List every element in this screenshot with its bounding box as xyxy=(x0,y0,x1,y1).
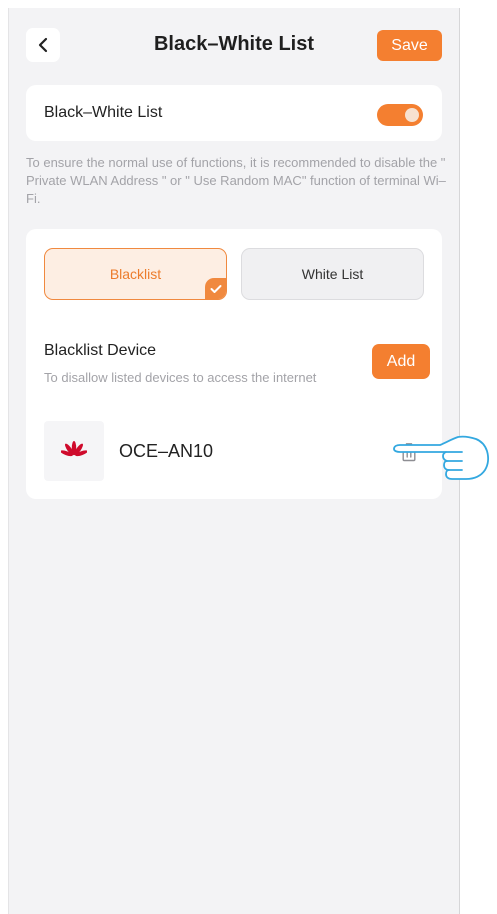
huawei-logo-icon xyxy=(44,421,104,481)
device-name: OCE–AN10 xyxy=(119,441,214,461)
list-card: Blacklist White List Blacklist Device To… xyxy=(26,229,442,499)
selected-check-icon xyxy=(205,278,226,299)
black-white-list-label: Black–White List xyxy=(44,104,163,121)
list-item: OCE–AN10 xyxy=(44,421,430,483)
tab-white-list-label: White List xyxy=(301,266,364,282)
tab-white-list[interactable]: White List xyxy=(241,248,424,300)
black-white-list-toggle[interactable] xyxy=(377,104,423,126)
tab-blacklist-label: Blacklist xyxy=(109,266,162,282)
black-white-list-card: Black–White List xyxy=(26,85,442,141)
add-button[interactable]: Add xyxy=(372,344,430,379)
save-button[interactable]: Save xyxy=(377,30,442,61)
hint-text: To ensure the normal use of functions, i… xyxy=(26,155,446,206)
blacklist-device-title: Blacklist Device xyxy=(44,342,157,359)
tab-blacklist[interactable]: Blacklist xyxy=(44,248,227,300)
blacklist-device-subtitle: To disallow listed devices to access the… xyxy=(44,370,317,385)
pointer-hand-icon xyxy=(393,435,489,480)
toggle-knob xyxy=(405,108,419,122)
